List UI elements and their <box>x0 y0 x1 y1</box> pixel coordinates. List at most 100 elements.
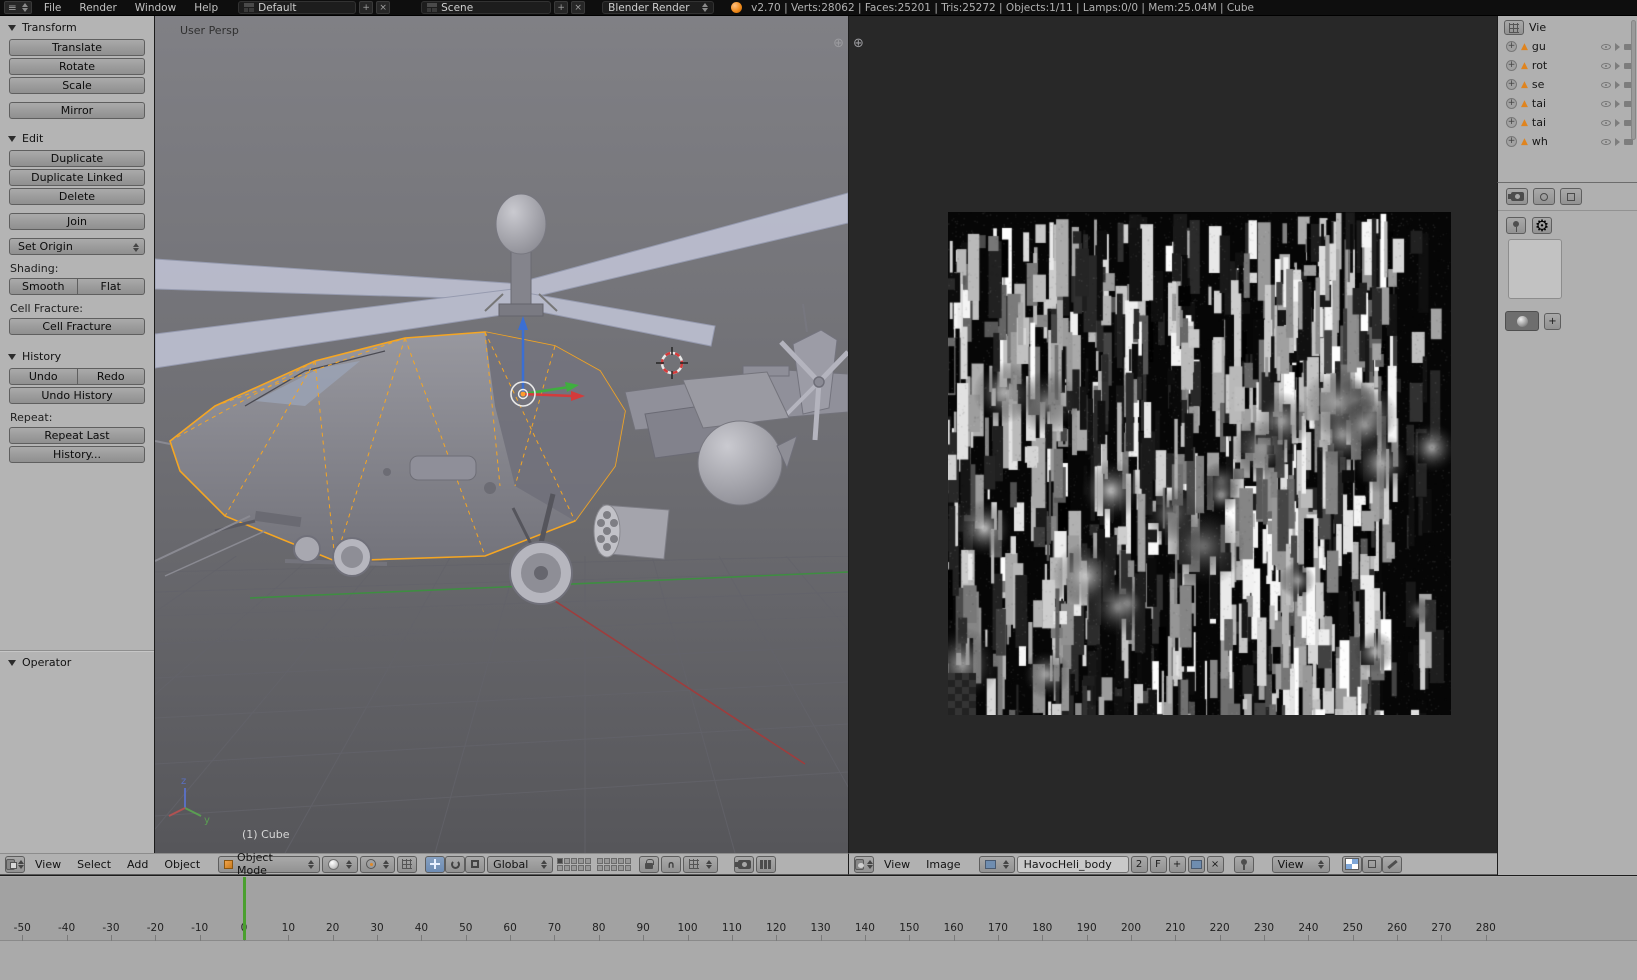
delete-layout-button[interactable]: × <box>376 1 391 14</box>
editor-mode-selector[interactable]: View <box>1271 855 1330 873</box>
menu-view[interactable]: View <box>876 858 918 871</box>
world-tab[interactable] <box>1533 188 1555 205</box>
image-users-button[interactable]: 2 <box>1130 855 1148 873</box>
undo-button[interactable]: Undo <box>9 368 78 385</box>
expand-icon[interactable]: + <box>1506 117 1517 128</box>
selectability-arrow-icon[interactable] <box>1615 80 1620 89</box>
selectability-arrow-icon[interactable] <box>1615 137 1620 146</box>
pin-id-toggle[interactable] <box>1506 217 1526 234</box>
duplicate-button[interactable]: Duplicate <box>9 150 145 167</box>
outliner-item-label[interactable]: gu <box>1532 40 1597 53</box>
scale-button[interactable]: Scale <box>9 77 145 94</box>
repeat-last-button[interactable]: Repeat Last <box>9 427 145 444</box>
snap-toggle[interactable]: ∪ <box>661 855 682 873</box>
outliner-item[interactable]: + ▲ tai <box>1498 94 1637 113</box>
outliner-item-label[interactable]: tai <box>1532 116 1597 129</box>
open-image-button[interactable] <box>1187 855 1205 873</box>
mode-value[interactable]: Object Mode <box>237 851 304 877</box>
history-button[interactable]: History... <box>9 446 145 463</box>
orientation-value[interactable]: Global <box>493 858 528 871</box>
duplicate-linked-button[interactable]: Duplicate Linked <box>9 169 145 186</box>
image-pin-toggle[interactable] <box>1233 855 1254 873</box>
tool-settings-button[interactable]: ⚙ <box>1532 216 1552 235</box>
outliner-item-label[interactable]: rot <box>1532 59 1597 72</box>
image-name-field[interactable]: HavocHeli_body <box>1016 855 1129 873</box>
manipulator-scale-toggle[interactable] <box>465 855 486 873</box>
redo-button[interactable]: Redo <box>77 368 145 385</box>
uv-image-editor[interactable]: ⊕ <box>848 16 1497 853</box>
outliner-scrollbar[interactable] <box>1631 20 1636 140</box>
panel-header-transform[interactable]: Transform <box>0 16 154 37</box>
outliner-item[interactable]: + ▲ gu <box>1498 37 1637 56</box>
outliner-display-button[interactable] <box>1504 20 1524 35</box>
add-scene-button[interactable]: + <box>554 1 569 14</box>
join-button[interactable]: Join <box>9 213 145 230</box>
visibility-eye-icon[interactable] <box>1601 81 1611 88</box>
add-layout-button[interactable]: + <box>359 1 374 14</box>
menu-window[interactable]: Window <box>126 2 185 14</box>
transform-orientation-selector[interactable]: Global <box>487 855 554 873</box>
viewport-canvas[interactable]: z y <box>155 16 848 853</box>
unlink-image-button[interactable]: × <box>1206 855 1224 873</box>
render-engine-selector[interactable]: Blender Render <box>602 1 715 14</box>
scene-selector[interactable]: Scene <box>421 1 552 14</box>
rotate-button[interactable]: Rotate <box>9 58 145 75</box>
menu-add[interactable]: Add <box>119 858 156 871</box>
delete-scene-button[interactable]: × <box>571 1 586 14</box>
panel-header-edit[interactable]: Edit <box>0 127 154 148</box>
panel-header-history[interactable]: History <box>0 345 154 366</box>
area-split-widget[interactable]: ⊕ <box>853 36 864 51</box>
editor-type-button[interactable] <box>5 855 25 873</box>
expand-icon[interactable]: + <box>1506 98 1517 109</box>
visibility-eye-icon[interactable] <box>1601 100 1611 107</box>
outliner-item[interactable]: + ▲ se <box>1498 75 1637 94</box>
selectability-arrow-icon[interactable] <box>1615 61 1620 70</box>
manipulator-rotate-toggle[interactable] <box>445 855 466 873</box>
menu-select[interactable]: Select <box>69 858 119 871</box>
mode-selector[interactable]: Object Mode <box>218 851 321 877</box>
outliner-top-row[interactable]: Vie <box>1498 16 1637 37</box>
snap-element-selector[interactable] <box>683 855 719 873</box>
visibility-eye-icon[interactable] <box>1601 119 1611 126</box>
mirror-button[interactable]: Mirror <box>9 102 145 119</box>
visibility-eye-icon[interactable] <box>1601 62 1611 69</box>
outliner-item-label[interactable]: wh <box>1532 135 1597 148</box>
snap-grid-toggle[interactable] <box>397 855 418 873</box>
undo-history-button[interactable]: Undo History <box>9 387 145 404</box>
outliner-item-label[interactable]: se <box>1532 78 1597 91</box>
outliner-item[interactable]: + ▲ rot <box>1498 56 1637 75</box>
visibility-eye-icon[interactable] <box>1601 138 1611 145</box>
selectability-arrow-icon[interactable] <box>1615 118 1620 127</box>
add-material-slot-button[interactable]: + <box>1544 313 1561 330</box>
panel-header-operator[interactable]: Operator <box>0 651 154 672</box>
timeline-playhead[interactable] <box>243 877 246 940</box>
lock-to-scene-toggle[interactable] <box>639 855 660 873</box>
screen-layout-value[interactable]: Default <box>258 2 296 14</box>
outliner-top-label[interactable]: Vie <box>1529 21 1546 34</box>
opengl-render-anim-button[interactable] <box>756 855 777 873</box>
set-origin-dropdown[interactable]: Set Origin <box>9 238 145 255</box>
selectability-arrow-icon[interactable] <box>1615 42 1620 51</box>
fake-user-button[interactable]: F <box>1149 855 1167 873</box>
layers-widget-right[interactable] <box>597 857 632 871</box>
visibility-eye-icon[interactable] <box>1601 43 1611 50</box>
image-name-value[interactable]: HavocHeli_body <box>1024 858 1112 871</box>
opengl-render-button[interactable] <box>734 855 755 873</box>
uv-image-canvas[interactable] <box>948 212 1451 715</box>
object-tab[interactable] <box>1560 188 1582 205</box>
menu-view[interactable]: View <box>27 858 69 871</box>
cell-fracture-button[interactable]: Cell Fracture <box>9 318 145 335</box>
render-engine-value[interactable]: Blender Render <box>608 2 689 14</box>
display-render-slot-button[interactable] <box>1361 855 1382 873</box>
delete-button[interactable]: Delete <box>9 188 145 205</box>
editor-type-button[interactable] <box>854 855 874 873</box>
shade-flat-button[interactable]: Flat <box>77 278 145 295</box>
menu-file[interactable]: File <box>35 2 71 14</box>
viewport-3d[interactable]: z y User Persp (1) Cube ⊕ <box>155 16 848 853</box>
layers-widget-left[interactable] <box>557 857 592 871</box>
selectability-arrow-icon[interactable] <box>1615 99 1620 108</box>
image-browse-dropdown[interactable] <box>978 855 1015 873</box>
menu-image[interactable]: Image <box>918 858 968 871</box>
outliner-item[interactable]: + ▲ wh <box>1498 132 1637 151</box>
area-split-widget[interactable]: ⊕ <box>833 36 844 51</box>
